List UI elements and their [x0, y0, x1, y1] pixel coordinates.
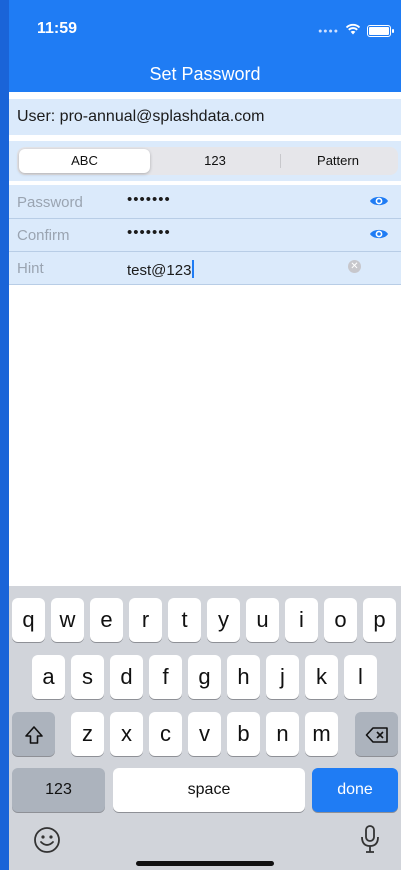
- home-indicator: [136, 861, 274, 866]
- key-c[interactable]: c: [149, 712, 182, 756]
- key-y[interactable]: y: [207, 598, 240, 642]
- segment-abc[interactable]: ABC: [19, 149, 150, 173]
- key-p[interactable]: p: [363, 598, 396, 642]
- clear-text-icon[interactable]: ✕: [348, 260, 361, 273]
- backspace-icon: [365, 727, 388, 743]
- wifi-icon: [345, 22, 361, 40]
- shift-key[interactable]: [12, 712, 55, 756]
- onscreen-keyboard: q w e r t y u i o p a s d f g h j k l z …: [9, 586, 401, 870]
- key-l[interactable]: l: [344, 655, 377, 699]
- user-label: User: pro-annual@splashdata.com: [17, 108, 265, 125]
- confirm-field[interactable]: Confirm •••••••: [9, 218, 401, 252]
- done-key[interactable]: done: [312, 768, 398, 812]
- password-label: Password: [17, 194, 83, 211]
- key-k[interactable]: k: [305, 655, 338, 699]
- key-g[interactable]: g: [188, 655, 221, 699]
- key-q[interactable]: q: [12, 598, 45, 642]
- show-confirm-eye-icon[interactable]: [369, 227, 389, 246]
- user-row: User: pro-annual@splashdata.com: [9, 99, 401, 135]
- hint-input[interactable]: test@123: [127, 260, 195, 279]
- key-z[interactable]: z: [71, 712, 104, 756]
- key-v[interactable]: v: [188, 712, 221, 756]
- show-password-eye-icon[interactable]: [369, 194, 389, 213]
- key-j[interactable]: j: [266, 655, 299, 699]
- key-r[interactable]: r: [129, 598, 162, 642]
- space-key[interactable]: space: [113, 768, 305, 812]
- shift-icon: [24, 726, 43, 744]
- key-f[interactable]: f: [149, 655, 182, 699]
- delete-key[interactable]: [355, 712, 398, 756]
- key-e[interactable]: e: [90, 598, 123, 642]
- confirm-label: Confirm: [17, 227, 70, 244]
- segment-pattern[interactable]: Pattern: [280, 149, 396, 173]
- key-n[interactable]: n: [266, 712, 299, 756]
- header: 11:59 ●●●● Set Password: [9, 0, 401, 92]
- battery-icon: [367, 25, 394, 37]
- phone-screen: 11:59 ●●●● Set Password User: pro-annual…: [9, 0, 401, 870]
- key-a[interactable]: a: [32, 655, 65, 699]
- numbers-key[interactable]: 123: [12, 768, 105, 812]
- password-type-segmented-control: ABC 123 Pattern: [17, 147, 398, 175]
- page-title: Set Password: [149, 64, 261, 84]
- key-u[interactable]: u: [246, 598, 279, 642]
- key-o[interactable]: o: [324, 598, 357, 642]
- hint-field[interactable]: Hint test@123 ✕: [9, 251, 401, 285]
- key-m[interactable]: m: [305, 712, 338, 756]
- microphone-icon[interactable]: [359, 824, 381, 859]
- key-w[interactable]: w: [51, 598, 84, 642]
- password-field[interactable]: Password •••••••: [9, 185, 401, 219]
- password-input[interactable]: •••••••: [127, 191, 171, 208]
- key-x[interactable]: x: [110, 712, 143, 756]
- key-i[interactable]: i: [285, 598, 318, 642]
- password-form: Password ••••••• Confirm ••••••• Hint te…: [9, 185, 401, 285]
- left-edge-bar: [0, 0, 9, 870]
- text-cursor: [192, 260, 195, 278]
- key-b[interactable]: b: [227, 712, 260, 756]
- status-time: 11:59: [37, 20, 78, 37]
- emoji-icon[interactable]: [33, 826, 61, 859]
- segmented-control-container: ABC 123 Pattern: [9, 141, 401, 181]
- key-d[interactable]: d: [110, 655, 143, 699]
- signal-dots-icon: ●●●●: [318, 27, 339, 35]
- confirm-input[interactable]: •••••••: [127, 224, 171, 241]
- key-t[interactable]: t: [168, 598, 201, 642]
- key-h[interactable]: h: [227, 655, 260, 699]
- hint-input-text: test@123: [127, 262, 192, 279]
- status-icons: ●●●●: [318, 22, 394, 40]
- segment-123[interactable]: 123: [150, 149, 280, 173]
- hint-label: Hint: [17, 260, 44, 277]
- key-s[interactable]: s: [71, 655, 104, 699]
